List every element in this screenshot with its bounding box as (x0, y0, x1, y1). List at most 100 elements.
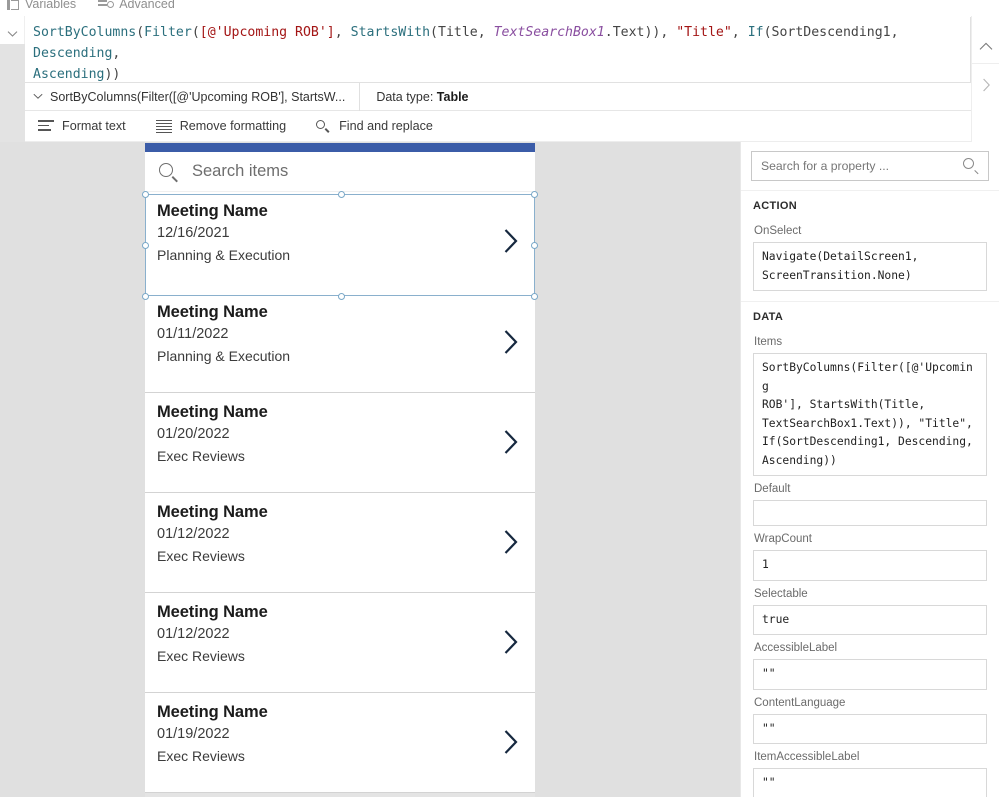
variables-icon (4, 0, 19, 11)
property-section-heading: ACTION (753, 200, 797, 212)
formula-token: Filter (144, 25, 192, 40)
formula-token: Descending (33, 46, 113, 61)
gallery-item-title: Meeting Name (157, 303, 268, 321)
formula-signature-chip[interactable]: SortByColumns(Filter([@'Upcoming ROB'], … (25, 82, 361, 111)
property-row: ContentLanguage "" (741, 690, 999, 744)
gallery-item[interactable]: Meeting Name 01/12/2022 Exec Reviews (145, 493, 535, 593)
property-value-field[interactable]: "" (753, 713, 987, 744)
gallery-item[interactable]: Meeting Name 12/16/2021 Planning & Executi… (145, 192, 535, 293)
property-label: WrapCount (754, 533, 812, 545)
formula-token: TextSearchBox1 (493, 25, 605, 40)
formula-token: .Text (604, 25, 645, 40)
formula-token: SortByColumns (33, 25, 137, 40)
formula-token: If (747, 25, 764, 40)
formula-status-row: SortByColumns(Filter([@'Upcoming ROB'], … (25, 82, 971, 111)
property-label: AccessibleLabel (754, 642, 838, 654)
gallery-item[interactable]: Meeting Name 01/19/2022 Exec Reviews (145, 693, 535, 793)
chevron-down-icon (33, 93, 43, 99)
search-icon (158, 161, 180, 183)
gallery-item[interactable]: Meeting Name 01/20/2022 Exec Reviews (145, 393, 535, 493)
gallery-item-title: Meeting Name (157, 603, 268, 621)
ribbon-item-group: Variables Advanced (0, 0, 175, 16)
search-items-placeholder: Search items (192, 162, 289, 180)
gallery-item[interactable]: Meeting Name 01/12/2022 Exec Reviews (145, 593, 535, 693)
formula-token: )), (644, 25, 677, 40)
remove-formatting-button[interactable]: Remove formatting (143, 111, 303, 142)
gallery-item-title: Meeting Name (157, 403, 268, 421)
formula-token: [@'Upcoming ROB'] (199, 25, 335, 40)
gallery-item-date: 12/16/2021 (157, 225, 230, 241)
formula-bar-left-gutter (0, 16, 25, 142)
data-type-info: Data type: Table (360, 90, 468, 104)
gallery-item-title: Meeting Name (157, 703, 268, 721)
property-label: ContentLanguage (754, 696, 846, 709)
phone-screen[interactable]: Search items Meeting Name 12/16/2021 Plann… (145, 143, 535, 797)
gallery-item-title: Meeting Name (157, 503, 268, 521)
formula-token: Ascending (33, 67, 105, 82)
formula-input[interactable]: SortByColumns(Filter([@'Upcoming ROB'], … (25, 17, 971, 83)
gallery-list[interactable]: Meeting Name 12/16/2021 Planning & Executi… (145, 192, 535, 797)
property-value-field[interactable]: "" (753, 768, 987, 797)
property-sections: ACTION OnSelect Navigate(DetailScreen1, Sc… (741, 191, 999, 797)
ribbon-item-advanced-label: Advanced (119, 0, 175, 11)
ribbon-item-variables-label: Variables (25, 0, 77, 11)
gallery-item-category: Planning & Execution (157, 247, 291, 263)
formula-token: ( (430, 25, 438, 40)
property-section-heading: DATA (753, 311, 784, 323)
chevron-right-icon[interactable] (503, 629, 519, 660)
formula-token: )) (104, 67, 121, 82)
property-label: Selectable (754, 587, 808, 600)
property-row: OnSelect Navigate(DetailScreen1, ScreenTr… (741, 218, 999, 291)
find-and-replace-button[interactable]: Find and replace (303, 111, 450, 142)
chevron-right-icon[interactable] (972, 68, 999, 102)
search-items-box[interactable]: Search items (145, 152, 535, 192)
formula-token: ( (763, 25, 772, 40)
chevron-right-icon[interactable] (503, 429, 519, 460)
gallery-item[interactable]: Meeting Name 01/11/2022 Planning & Executi… (145, 293, 535, 393)
format-text-icon (38, 120, 54, 132)
property-row: ItemAccessibleLabel "" (741, 744, 999, 797)
property-value-field[interactable]: SortByColumns(Filter([@'Upcoming ROB'], … (753, 353, 987, 476)
chevron-right-icon[interactable] (503, 228, 519, 259)
gallery-item-category: Exec Reviews (157, 548, 245, 564)
formula-token: Title (438, 25, 478, 40)
format-text-label: Format text (62, 119, 126, 133)
app-canvas[interactable]: Search items Meeting Name 12/16/2021 Plann… (0, 142, 740, 797)
ribbon-item-advanced[interactable]: Advanced (98, 0, 175, 11)
find-and-replace-label: Find and replace (339, 119, 433, 133)
chevron-up-icon[interactable] (972, 30, 999, 64)
formula-bar-gutter-fill (0, 44, 25, 142)
formula-tools-row: Format text Remove formatting Find and r… (25, 111, 971, 142)
gallery-item-date: 01/19/2022 (157, 726, 230, 742)
property-value-field[interactable]: 1 (753, 550, 987, 581)
data-type-value: Table (436, 89, 469, 104)
property-value-field[interactable] (753, 500, 987, 526)
gallery-item-date: 01/12/2022 (157, 526, 230, 542)
ribbon-item-variables[interactable]: Variables (4, 0, 76, 11)
property-search-input[interactable]: Search for a property ... (751, 151, 989, 181)
properties-panel[interactable]: Search for a property ... ACTION OnSelect… (740, 142, 999, 797)
property-value-field[interactable]: Navigate(DetailScreen1, ScreenTransition… (753, 242, 987, 291)
formula-token: ( (136, 25, 145, 40)
property-row: Selectable true (741, 581, 999, 635)
formula-token: , (477, 25, 494, 40)
property-value-field[interactable]: true (753, 604, 987, 635)
chevron-right-icon[interactable] (503, 529, 519, 560)
formula-token: , (731, 25, 748, 40)
formula-token: , (890, 25, 907, 40)
gallery-item-date: 01/12/2022 (157, 626, 230, 642)
format-text-button[interactable]: Format text (25, 111, 143, 142)
chevron-down-icon[interactable] (4, 26, 20, 42)
property-label: Items (754, 336, 783, 348)
formula-token: , (112, 46, 121, 61)
gallery-item-date: 01/20/2022 (157, 426, 230, 442)
data-type-label: Data type: (376, 89, 434, 104)
chevron-right-icon[interactable] (503, 329, 519, 360)
gallery-item-category: Exec Reviews (157, 648, 245, 664)
property-search-wrap: Search for a property ... (741, 142, 999, 191)
chevron-right-icon[interactable] (503, 729, 519, 760)
property-row: AccessibleLabel "" (741, 635, 999, 690)
property-value-field[interactable]: "" (753, 659, 987, 690)
property-label: Default (754, 483, 791, 495)
property-row: Default (741, 476, 999, 526)
